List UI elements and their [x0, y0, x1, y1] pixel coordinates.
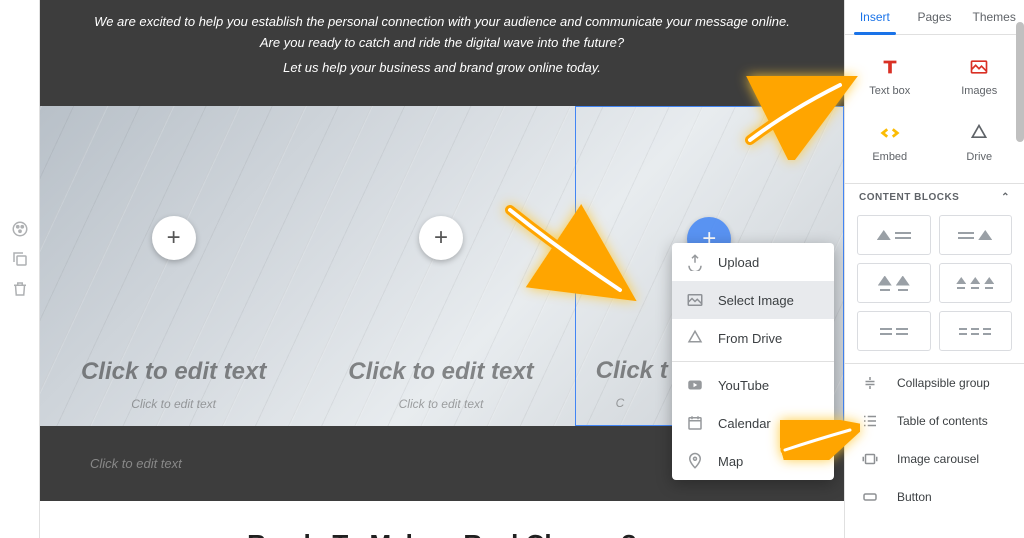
content-blocks-header[interactable]: CONTENT BLOCKS ⌃: [845, 183, 1024, 211]
popup-from-drive[interactable]: From Drive: [672, 319, 834, 357]
insert-images-label: Images: [961, 85, 997, 97]
insert-textbox[interactable]: Text box: [845, 43, 935, 109]
hero-section[interactable]: We are excited to help you establish the…: [40, 0, 844, 106]
column-1[interactable]: + Click to edit text Click to edit text: [40, 106, 307, 426]
tab-insert[interactable]: Insert: [845, 0, 905, 34]
insert-textbox-label: Text box: [869, 85, 910, 97]
block-template-6[interactable]: [939, 311, 1013, 351]
popup-select-image-label: Select Image: [718, 293, 794, 308]
cta-heading[interactable]: Ready To Make a Real Change?: [68, 529, 816, 538]
popup-upload[interactable]: Upload: [672, 243, 834, 281]
popup-youtube[interactable]: YouTube: [672, 366, 834, 404]
collapsible-icon: [861, 376, 879, 390]
popup-calendar-label: Calendar: [718, 416, 771, 431]
copy-icon[interactable]: [11, 250, 29, 268]
block-template-3[interactable]: [857, 263, 931, 303]
insert-grid: Text box Images Embed Drive: [845, 35, 1024, 183]
youtube-icon: [686, 376, 704, 394]
add-button-col1[interactable]: +: [152, 216, 196, 260]
blocks-grid: [845, 211, 1024, 363]
block-template-5[interactable]: [857, 311, 931, 351]
chevron-up-icon: ⌃: [1001, 192, 1010, 203]
col3-subtext[interactable]: C: [616, 396, 625, 410]
col1-heading[interactable]: Click to edit text: [81, 358, 266, 386]
insert-embed-label: Embed: [872, 151, 907, 163]
insert-embed[interactable]: Embed: [845, 109, 935, 175]
popup-map[interactable]: Map: [672, 442, 834, 480]
calendar-icon: [686, 414, 704, 432]
palette-icon[interactable]: [11, 220, 29, 238]
cta-section[interactable]: Ready To Make a Real Change?: [40, 501, 844, 538]
image-icon: [686, 291, 704, 309]
col2-heading[interactable]: Click to edit text: [348, 358, 533, 386]
component-list: Collapsible group Table of contents Imag…: [845, 363, 1024, 516]
col1-subtext[interactable]: Click to edit text: [131, 397, 216, 411]
block-template-2[interactable]: [939, 215, 1013, 255]
popup-map-label: Map: [718, 454, 743, 469]
popup-select-image[interactable]: Select Image: [672, 281, 834, 319]
carousel-icon: [861, 452, 879, 466]
component-carousel-label: Image carousel: [897, 452, 979, 466]
component-toc[interactable]: Table of contents: [845, 402, 1024, 440]
component-carousel[interactable]: Image carousel: [845, 440, 1024, 478]
component-button[interactable]: Button: [845, 478, 1024, 516]
popup-from-drive-label: From Drive: [718, 331, 782, 346]
images-icon: [967, 55, 991, 79]
popup-upload-label: Upload: [718, 255, 759, 270]
add-button-col2[interactable]: +: [419, 216, 463, 260]
toc-icon: [861, 414, 879, 428]
hero-line2: Let us help your business and brand grow…: [90, 58, 794, 79]
left-toolbar: [0, 0, 40, 538]
insert-drive-label: Drive: [966, 151, 992, 163]
hero-line1: We are excited to help you establish the…: [90, 12, 794, 54]
insert-images[interactable]: Images: [935, 43, 1024, 109]
insert-drive[interactable]: Drive: [935, 109, 1024, 175]
footer-text[interactable]: Click to edit text: [90, 456, 182, 471]
column-2[interactable]: + Click to edit text Click to edit text: [307, 106, 574, 426]
popup-calendar[interactable]: Calendar: [672, 404, 834, 442]
popup-youtube-label: YouTube: [718, 378, 769, 393]
upload-icon: [686, 253, 704, 271]
right-panel: Insert Pages Themes Text box Images Embe…: [844, 0, 1024, 538]
component-button-label: Button: [897, 490, 932, 504]
insert-popup: Upload Select Image From Drive YouTube C…: [672, 243, 834, 480]
delete-icon[interactable]: [11, 280, 29, 298]
tab-pages[interactable]: Pages: [905, 0, 965, 34]
map-pin-icon: [686, 452, 704, 470]
drive-icon: [686, 329, 704, 347]
textbox-icon: [878, 55, 902, 79]
component-toc-label: Table of contents: [897, 414, 988, 428]
component-collapsible[interactable]: Collapsible group: [845, 364, 1024, 402]
sidebar-tabs: Insert Pages Themes: [845, 0, 1024, 35]
canvas: We are excited to help you establish the…: [40, 0, 844, 538]
component-collapsible-label: Collapsible group: [897, 376, 990, 390]
embed-icon: [878, 121, 902, 145]
popup-separator: [672, 361, 834, 362]
block-template-1[interactable]: [857, 215, 931, 255]
col3-heading[interactable]: Click t: [596, 357, 668, 385]
scrollbar[interactable]: [1016, 22, 1024, 142]
content-blocks-title: CONTENT BLOCKS: [859, 192, 959, 203]
drive-panel-icon: [967, 121, 991, 145]
button-icon: [861, 490, 879, 504]
col2-subtext[interactable]: Click to edit text: [399, 397, 484, 411]
block-template-4[interactable]: [939, 263, 1013, 303]
